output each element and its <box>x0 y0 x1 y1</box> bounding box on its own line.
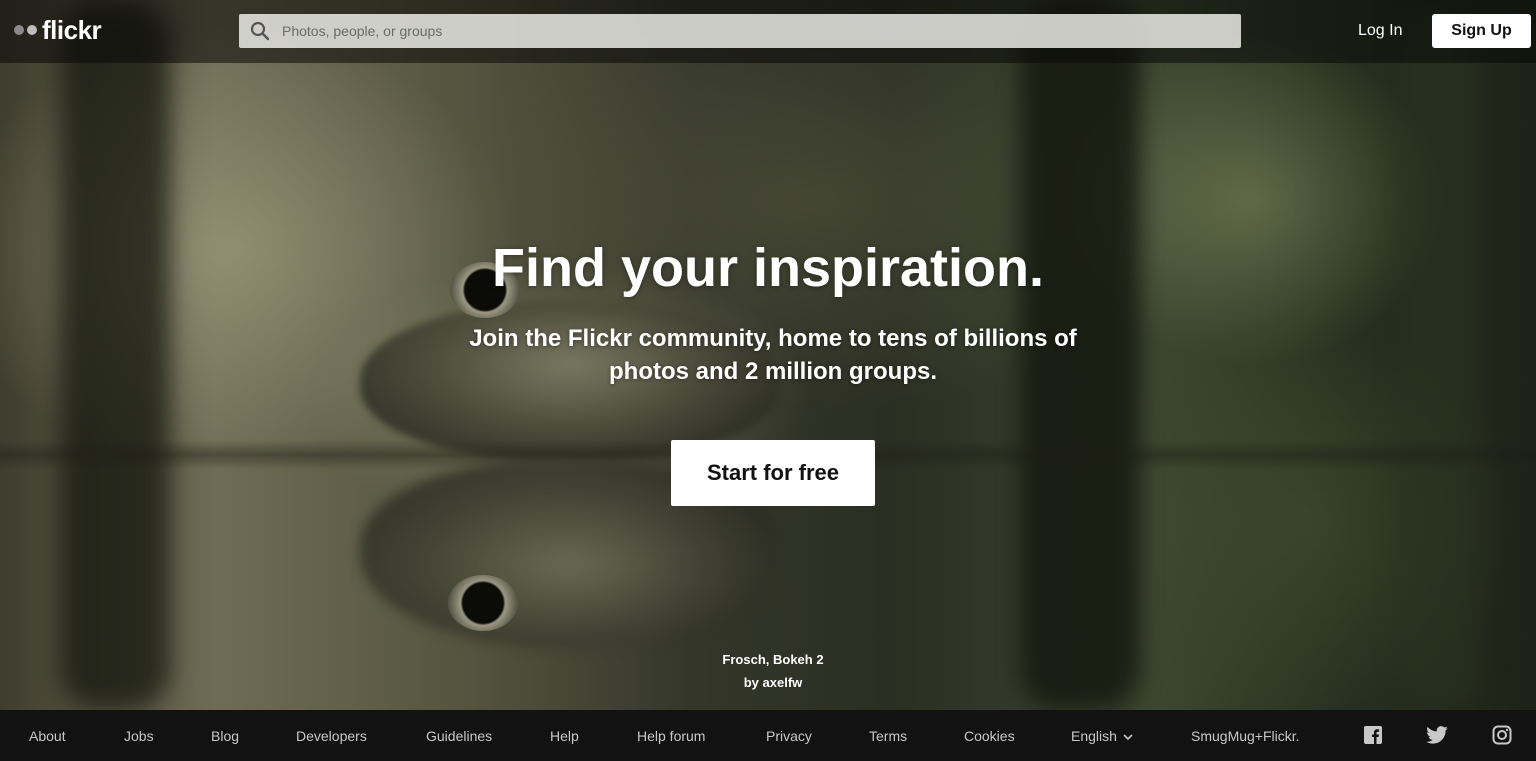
footer-link-blog[interactable]: Blog <box>211 727 239 745</box>
footer-link-about[interactable]: About <box>29 727 66 745</box>
language-label: English <box>1071 728 1117 744</box>
search-bar[interactable] <box>239 14 1241 48</box>
reed-shape <box>60 0 170 710</box>
start-for-free-button[interactable]: Start for free <box>671 440 875 506</box>
top-navigation-bar: flickr Log In Sign Up <box>0 0 1536 63</box>
log-in-link[interactable]: Log In <box>1358 18 1402 44</box>
twitter-icon[interactable] <box>1426 724 1448 746</box>
photo-author-link[interactable]: by axelfw <box>0 671 1536 694</box>
search-icon[interactable] <box>249 20 271 42</box>
footer-link-jobs[interactable]: Jobs <box>124 727 154 745</box>
footer-link-privacy[interactable]: Privacy <box>766 727 812 745</box>
logo-dots <box>14 25 37 35</box>
photo-credit: Frosch, Bokeh 2 by axelfw <box>0 648 1536 694</box>
logo-dot <box>27 25 37 35</box>
logo-wordmark: flickr <box>42 15 102 45</box>
logo-dot <box>14 25 24 35</box>
facebook-icon[interactable] <box>1362 724 1384 746</box>
photo-title-link[interactable]: Frosch, Bokeh 2 <box>0 648 1536 671</box>
footer-link-cookies[interactable]: Cookies <box>964 727 1015 745</box>
footer-link-guidelines[interactable]: Guidelines <box>426 727 492 745</box>
reed-shape <box>1400 0 1480 710</box>
flickr-logo[interactable]: flickr <box>14 15 102 45</box>
smugmug-flickr-link[interactable]: SmugMug+Flickr. <box>1191 727 1300 745</box>
search-input[interactable] <box>280 15 1241 47</box>
hero-subtitle: Join the Flickr community, home to tens … <box>469 325 1077 385</box>
hero-title: Find your inspiration. <box>492 238 1044 298</box>
sign-up-button[interactable]: Sign Up <box>1432 14 1531 48</box>
frog-eye-reflection <box>448 575 518 631</box>
instagram-icon[interactable] <box>1491 724 1513 746</box>
footer-link-developers[interactable]: Developers <box>296 727 367 745</box>
footer-link-help[interactable]: Help <box>550 727 579 745</box>
footer-link-help-forum[interactable]: Help forum <box>637 727 705 745</box>
chevron-down-icon <box>1123 727 1133 745</box>
footer: About Jobs Blog Developers Guidelines He… <box>0 710 1536 761</box>
footer-link-terms[interactable]: Terms <box>869 727 907 745</box>
language-selector[interactable]: English <box>1071 727 1133 745</box>
